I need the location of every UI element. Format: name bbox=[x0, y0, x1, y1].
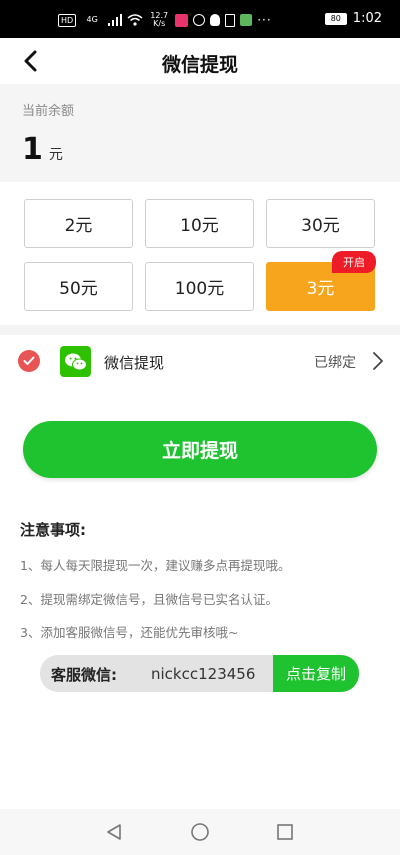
amount-options: 2元 10元 30元 50元 100元 3元 开启 bbox=[0, 182, 400, 328]
network-type: 4G bbox=[86, 15, 98, 24]
balance-unit: 元 bbox=[48, 147, 63, 163]
customer-service-bar: 客服微信: nickcc123456 点击复制 bbox=[40, 655, 359, 692]
amount-option-50[interactable]: 50元 bbox=[24, 262, 133, 311]
balance-value: 1 元 bbox=[22, 132, 63, 167]
browser-icon bbox=[193, 14, 206, 26]
note-item: 3、添加客服微信号，还能优先审核哦~ bbox=[20, 625, 239, 640]
sim-icon bbox=[225, 13, 236, 27]
amount-option-100[interactable]: 100元 bbox=[145, 262, 254, 311]
battery-icon: 80 bbox=[324, 12, 347, 25]
balance-amount: 1 bbox=[22, 132, 43, 167]
wechat-icon bbox=[60, 346, 91, 377]
wechat-withdraw-method[interactable]: 微信提现 已绑定 bbox=[0, 335, 400, 389]
amount-option-label: 3元 bbox=[306, 279, 335, 299]
amount-option-10[interactable]: 10元 bbox=[145, 199, 254, 248]
amount-option-30[interactable]: 30元 bbox=[266, 199, 375, 248]
bound-status: 已绑定 bbox=[314, 355, 356, 371]
customer-service-id: nickcc123456 bbox=[151, 665, 256, 683]
balance-section: 当前余额 1 元 bbox=[0, 84, 400, 182]
page-title: 微信提现 bbox=[161, 54, 238, 76]
app-header: 微信提现 bbox=[0, 38, 400, 84]
customer-service-label: 客服微信: bbox=[51, 666, 117, 684]
status-bar: HD 4G 12.7 K/s ··· 80 1:02 bbox=[0, 0, 400, 38]
triangle-back-icon[interactable] bbox=[103, 821, 125, 843]
qq-icon bbox=[210, 14, 221, 26]
video-app-icon bbox=[175, 13, 189, 27]
notes-title: 注意事项: bbox=[20, 521, 86, 539]
more-notifications: ··· bbox=[257, 13, 272, 27]
note-item: 1、每人每天限提现一次，建议赚多点再提现哦。 bbox=[20, 558, 291, 573]
note-item: 2、提现需绑定微信号，且微信号已实名认证。 bbox=[20, 592, 278, 607]
circle-home-icon[interactable] bbox=[189, 821, 211, 843]
app-icon bbox=[240, 14, 253, 26]
amount-option-3-selected[interactable]: 3元 开启 bbox=[266, 251, 376, 311]
amount-option-2[interactable]: 2元 bbox=[24, 199, 133, 248]
method-label: 微信提现 bbox=[104, 354, 165, 372]
balance-label: 当前余额 bbox=[22, 104, 75, 119]
square-recents-icon[interactable] bbox=[274, 821, 296, 843]
open-badge: 开启 bbox=[332, 251, 376, 273]
clock: 1:02 bbox=[352, 11, 382, 26]
status-icons-right: 80 1:02 bbox=[324, 11, 382, 26]
checkmark-icon[interactable] bbox=[18, 350, 40, 372]
signal-icon bbox=[108, 14, 123, 26]
copy-button[interactable]: 点击复制 bbox=[273, 655, 359, 692]
section-divider bbox=[0, 325, 400, 335]
status-icons-left: HD 4G 12.7 K/s ··· bbox=[58, 12, 272, 28]
chevron-right-icon bbox=[373, 352, 383, 370]
network-speed: 12.7 K/s bbox=[148, 12, 170, 28]
hd-indicator: HD bbox=[58, 13, 77, 27]
wifi-icon bbox=[127, 14, 143, 26]
withdraw-now-button[interactable]: 立即提现 bbox=[23, 421, 377, 478]
network-speed-unit: K/s bbox=[153, 19, 166, 28]
system-nav-bar bbox=[0, 809, 400, 855]
